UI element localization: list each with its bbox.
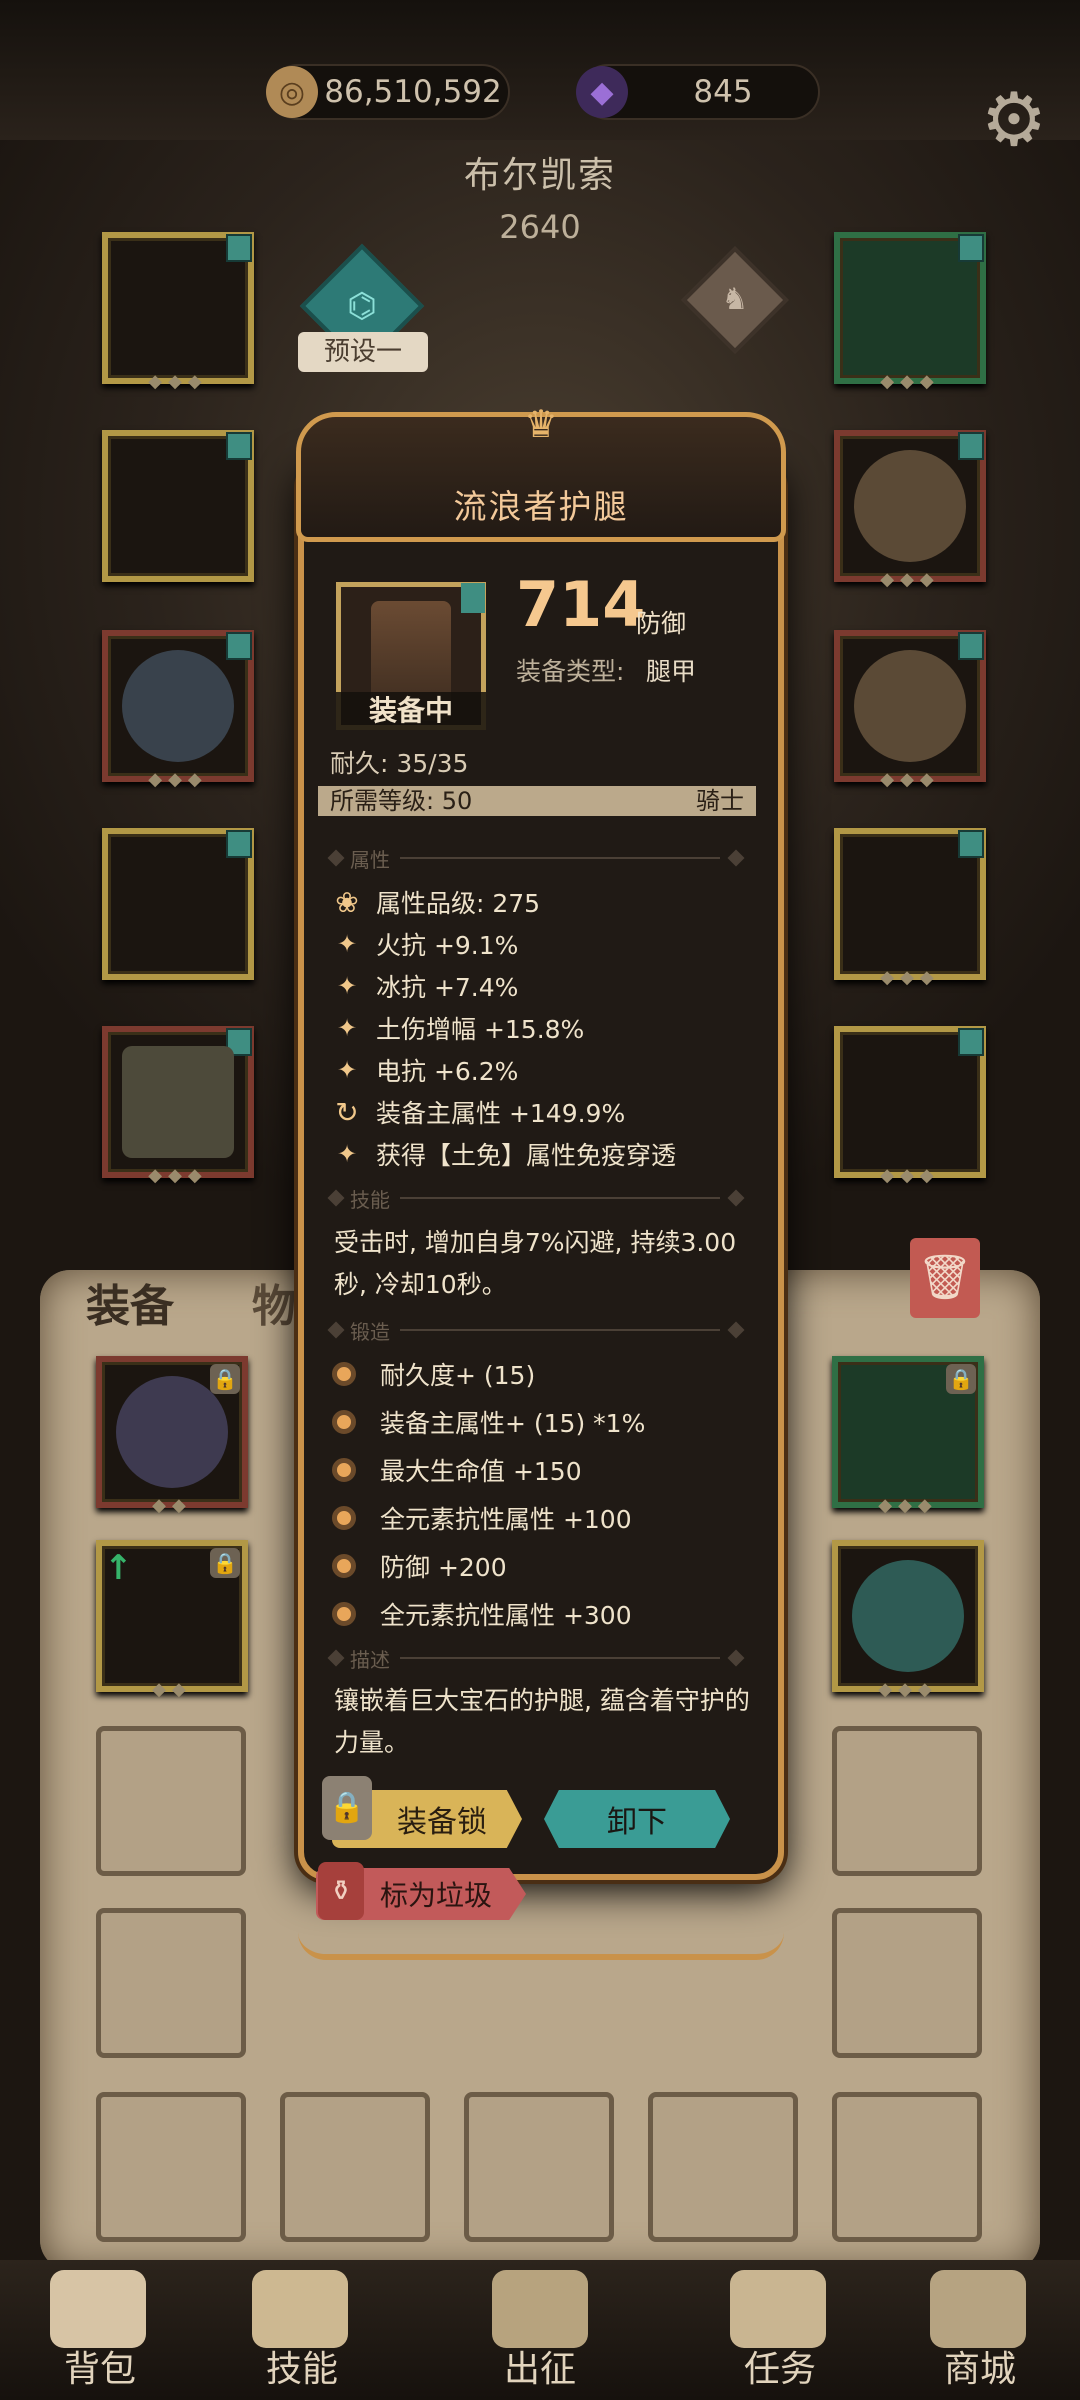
scroll-icon[interactable]: [730, 2270, 826, 2348]
inventory-item-chest[interactable]: 🔒 ◆◆: [96, 1356, 248, 1516]
equip-slot-belt[interactable]: [102, 828, 254, 980]
section-description: 描述: [327, 1646, 750, 1672]
gem-counter: ◆ 845: [576, 64, 820, 120]
coin-counter: ◎ 86,510,592: [266, 64, 510, 120]
inventory-cell[interactable]: [280, 2092, 430, 2242]
skill-text: 受击时, 增加自身7%闪避, 持续3.00秒, 冷却10秒。: [334, 1228, 737, 1299]
durability: 耐久: 35/35: [330, 749, 469, 778]
top-bar: [0, 0, 1080, 140]
forge-dot-icon: [332, 1458, 356, 1482]
hero-power: 2640: [499, 208, 581, 246]
type-label: 装备类型:: [516, 657, 625, 686]
unequip-button[interactable]: 卸下: [544, 1790, 730, 1848]
purple-crystal-icon: ◆: [576, 66, 628, 118]
equip-slot-gloves[interactable]: ◆◆◆: [102, 630, 254, 790]
forge-row: 耐久度+ (15): [332, 1356, 535, 1392]
forge-dot-icon: [332, 1506, 356, 1530]
inventory-cell[interactable]: [648, 2092, 798, 2242]
equip-slot-weapon[interactable]: ◆◆◆: [834, 828, 986, 988]
equip-slot-offhand[interactable]: ◆◆◆: [834, 1026, 986, 1186]
inventory-item-pendant[interactable]: ◆◆◆: [832, 1540, 984, 1700]
equip-slot-ring-1[interactable]: ◆◆◆: [834, 430, 986, 590]
equip-slot-helmet[interactable]: ◆◆◆: [102, 232, 254, 392]
forge-dot-icon: [332, 1362, 356, 1386]
inventory-cell[interactable]: [832, 1908, 982, 2058]
forge-dot-icon: [332, 1602, 356, 1626]
coin-icon: ◎: [266, 66, 318, 118]
inventory-cell[interactable]: [464, 2092, 614, 2242]
star-icon: ✦: [336, 1014, 358, 1042]
forge-dot-icon: [332, 1410, 356, 1434]
forge-row: 全元素抗性属性 +100: [332, 1500, 632, 1536]
skill-book-icon[interactable]: [252, 2270, 348, 2348]
attribute-row: ❀ 属性品级: 275: [332, 884, 540, 920]
hero-name: 布尔凯索: [463, 155, 616, 196]
coin-value: 86,510,592: [324, 74, 502, 110]
inventory-cell[interactable]: [96, 2092, 246, 2242]
equipped-badge: 装备中: [336, 692, 486, 730]
type-value: 腿甲: [646, 657, 697, 686]
equip-slot-boots[interactable]: ◆◆◆: [102, 1026, 254, 1186]
nav-quests[interactable]: 任务: [700, 2340, 860, 2392]
star-icon: ✦: [336, 972, 358, 1000]
inventory-cell[interactable]: [832, 2092, 982, 2242]
preset-button[interactable]: 预设一: [298, 332, 428, 372]
inventory-cell[interactable]: [832, 1726, 982, 1876]
attribute-row: ✦ 火抗 +9.1%: [332, 926, 518, 962]
nav-skills[interactable]: 技能: [222, 2340, 382, 2392]
sword-icon[interactable]: [492, 2270, 588, 2348]
description-text: 镶嵌着巨大宝石的护腿, 蕴含着守护的力量。: [334, 1686, 750, 1757]
popup-footer: [298, 1900, 784, 1960]
equip-slot-amulet[interactable]: ◆◆◆: [834, 232, 986, 392]
shop-icon[interactable]: [930, 2270, 1026, 2348]
trash-icon[interactable]: 🗑: [910, 1238, 980, 1318]
inventory-item-amulet[interactable]: 🔒 ◆◆◆: [832, 1356, 984, 1516]
attribute-row: ✦ 土伤增幅 +15.8%: [332, 1010, 584, 1046]
attribute-row: ✦ 冰抗 +7.4%: [332, 968, 518, 1004]
forge-row: 全元素抗性属性 +300: [332, 1596, 632, 1632]
refresh-icon: ↻: [335, 1095, 359, 1129]
section-attributes: 属性: [327, 846, 750, 872]
forge-dot-icon: [332, 1554, 356, 1578]
forge-row: 装备主属性+ (15) *1%: [332, 1404, 645, 1440]
lock-icon: 🔒: [322, 1776, 372, 1840]
forge-row: 防御 +200: [332, 1548, 507, 1584]
required-class: 骑士: [696, 787, 744, 815]
equip-slot-ring-2[interactable]: ◆◆◆: [834, 630, 986, 790]
nav-expedition[interactable]: 出征: [460, 2340, 620, 2392]
required-level: 所需等级: 50: [330, 787, 473, 815]
attribute-row: ✦ 电抗 +6.2%: [332, 1052, 518, 1088]
attribute-row: ✦ 获得【土免】属性免疫穿透: [332, 1136, 676, 1172]
crown-ornament-icon: ♛: [523, 402, 559, 446]
item-name: 流浪者护腿: [453, 487, 629, 526]
equip-slot-armor[interactable]: [102, 430, 254, 582]
requirement-bar: 所需等级: 50 骑士: [318, 786, 756, 816]
lotus-icon: ❀: [335, 885, 359, 919]
star-icon: ✦: [336, 930, 358, 958]
tab-equipment[interactable]: 装备: [86, 1270, 174, 1334]
section-skill: 技能: [327, 1186, 750, 1212]
forge-row: 最大生命值 +150: [332, 1452, 582, 1488]
nav-backpack[interactable]: 背包: [20, 2340, 180, 2392]
gem-value: 845: [693, 74, 753, 110]
gear-icon[interactable]: ⚙: [972, 78, 1056, 162]
section-forge: 锻造: [327, 1318, 750, 1344]
inventory-cell[interactable]: [96, 1726, 246, 1876]
defense-label: 防御: [636, 609, 687, 638]
defense-value: 714: [516, 568, 646, 641]
star-icon: ✦: [336, 1056, 358, 1084]
star-icon: ✦: [336, 1140, 358, 1168]
attribute-row: ↻ 装备主属性 +149.9%: [332, 1094, 625, 1130]
backpack-icon[interactable]: [50, 2270, 146, 2348]
inventory-cell[interactable]: [96, 1908, 246, 2058]
inventory-item-upgrade[interactable]: ↑ 🔒 ◆◆: [96, 1540, 248, 1700]
nav-shop[interactable]: 商城: [900, 2340, 1060, 2392]
